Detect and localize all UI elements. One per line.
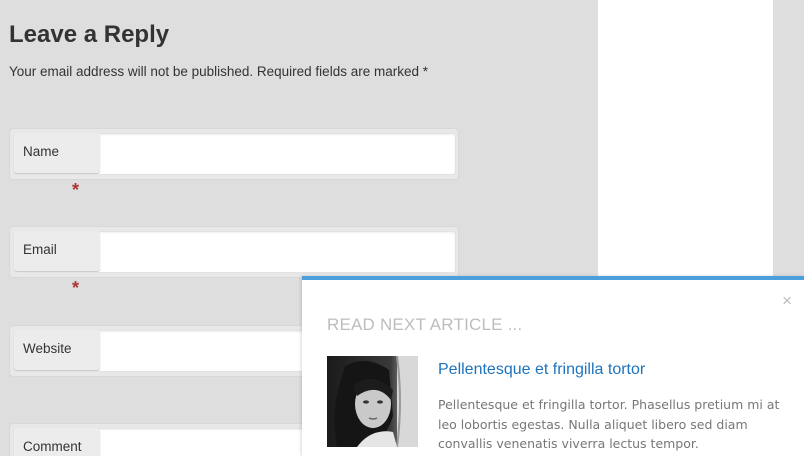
reply-title: Leave a Reply — [9, 21, 170, 48]
comment-label: Comment — [14, 428, 100, 456]
name-input[interactable] — [96, 133, 456, 175]
email-label: Email — [14, 231, 100, 271]
article-excerpt: Pellentesque et fringilla tortor. Phasel… — [438, 397, 780, 451]
close-icon[interactable]: × — [782, 292, 792, 309]
email-input[interactable] — [96, 231, 456, 273]
name-required-mark: * — [72, 180, 80, 200]
website-label: Website — [14, 330, 100, 370]
portrait-image — [327, 356, 418, 447]
email-field-group: Email — [9, 226, 459, 278]
name-field-group: Name — [9, 128, 459, 180]
read-next-heading: READ NEXT ARTICLE ... — [327, 315, 523, 334]
required-notice: Your email address will not be published… — [9, 64, 428, 79]
read-next-popup: × READ NEXT ARTICLE ... Pellentesque et … — [302, 276, 804, 456]
email-required-mark: * — [72, 278, 80, 298]
article-title-link[interactable]: Pellentesque et fringilla tortor — [438, 361, 645, 379]
article-thumbnail[interactable] — [327, 356, 418, 447]
name-label: Name — [14, 133, 100, 173]
